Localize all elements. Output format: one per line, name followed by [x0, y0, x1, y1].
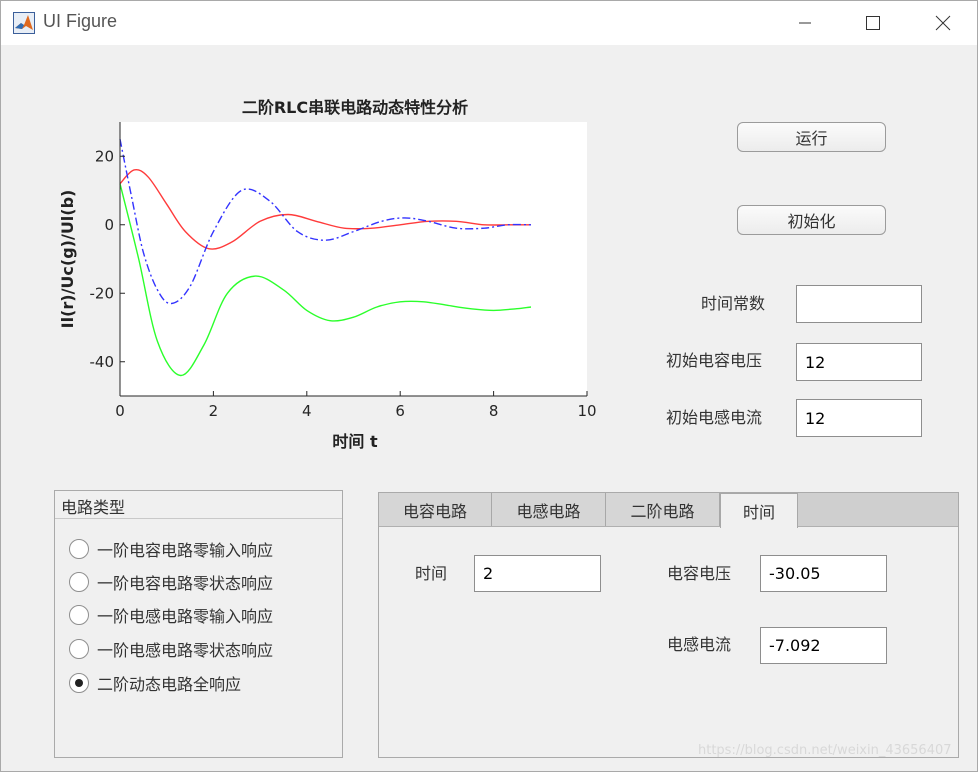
- ind-current-label: 电感电流: [667, 635, 732, 654]
- radio-selected-icon[interactable]: [69, 673, 89, 693]
- close-button[interactable]: [923, 9, 963, 37]
- radio-option[interactable]: 一阶电感电路零输入响应: [69, 603, 273, 627]
- init-cap-voltage-input[interactable]: [796, 343, 922, 381]
- init-cap-voltage-label: 初始电容电压: [666, 351, 763, 370]
- radio-option-label: 二阶动态电路全响应: [97, 675, 242, 694]
- run-button[interactable]: 运行: [737, 122, 886, 152]
- window-title: UI Figure: [43, 11, 118, 31]
- radio-option[interactable]: 一阶电容电路零输入响应: [69, 537, 273, 561]
- radio-option[interactable]: 一阶电感电路零状态响应: [69, 637, 273, 661]
- radio-option-label: 一阶电容电路零输入响应: [97, 541, 274, 560]
- x-tick-label: 8: [489, 402, 499, 420]
- tab-second-order-circuit[interactable]: 二阶电路: [606, 493, 720, 526]
- x-axis-label: 时间 t: [332, 432, 378, 451]
- radio-unselected-icon[interactable]: [69, 539, 89, 559]
- response-chart: 二阶RLC串联电路动态特性分析 0 2 4 6 8 10 20 0 -20 -40 时间 t Il…: [58, 98, 597, 451]
- radio-option-label: 一阶电感电路零状态响应: [97, 641, 274, 660]
- radio-option[interactable]: 二阶动态电路全响应: [69, 671, 241, 695]
- y-tick-label: -40: [90, 353, 115, 371]
- x-tick-label: 2: [209, 402, 219, 420]
- radio-unselected-icon[interactable]: [69, 605, 89, 625]
- chart-title: 二阶RLC串联电路动态特性分析: [242, 98, 468, 117]
- plot-area: [120, 122, 587, 396]
- close-icon: [935, 15, 951, 31]
- y-axis-label: Il(r)/Uc(g)/Ul(b): [58, 190, 77, 329]
- app-window: UI Figure 二阶RLC串联电路动态特性分析 0 2 4 6 8 10 20 0 -20 -…: [0, 0, 978, 772]
- x-tick-label: 4: [302, 402, 312, 420]
- tab-inductor-circuit[interactable]: 电感电路: [492, 493, 606, 526]
- y-tick-label: 0: [104, 216, 114, 234]
- radio-option[interactable]: 一阶电容电路零状态响应: [69, 570, 273, 594]
- maximize-icon: [866, 16, 880, 30]
- x-tick-label: 0: [115, 402, 125, 420]
- y-tick-label: 20: [95, 147, 114, 165]
- init-ind-current-input[interactable]: [796, 399, 922, 437]
- x-tick-label: 6: [395, 402, 405, 420]
- tab-capacitor-circuit[interactable]: 电容电路: [379, 493, 492, 526]
- minimize-icon: [799, 22, 811, 24]
- minimize-button[interactable]: [785, 9, 825, 37]
- init-ind-current-label: 初始电感电流: [666, 408, 763, 427]
- time-input[interactable]: [474, 555, 601, 592]
- cap-voltage-output[interactable]: [760, 555, 887, 592]
- radio-option-label: 一阶电感电路零输入响应: [97, 607, 274, 626]
- time-constant-input[interactable]: [796, 285, 922, 323]
- radio-unselected-icon[interactable]: [69, 639, 89, 659]
- radio-option-label: 一阶电容电路零状态响应: [97, 574, 274, 593]
- tab-bar: 电容电路 电感电路 二阶电路 时间: [379, 493, 958, 528]
- circuit-type-title: 电路类型: [55, 491, 342, 519]
- ind-current-output[interactable]: [760, 627, 887, 664]
- time-constant-label: 时间常数: [701, 294, 766, 313]
- time-label: 时间: [415, 564, 448, 583]
- tab-time[interactable]: 时间: [720, 493, 798, 528]
- x-tick-label: 10: [577, 402, 596, 420]
- y-tick-label: -20: [90, 284, 115, 302]
- matlab-icon: [13, 12, 35, 34]
- maximize-button[interactable]: [853, 9, 893, 37]
- cap-voltage-label: 电容电压: [667, 564, 732, 583]
- radio-unselected-icon[interactable]: [69, 572, 89, 592]
- tab-group: 电容电路 电感电路 二阶电路 时间 时间 电容电压 电感电流: [378, 492, 959, 758]
- init-button[interactable]: 初始化: [737, 205, 886, 235]
- radio-dot-icon: [75, 679, 83, 687]
- circuit-type-group: 电路类型 一阶电容电路零输入响应 一阶电容电路零状态响应 一阶电感电路零输入响应 一阶…: [54, 490, 343, 758]
- watermark-text: https://blog.csdn.net/weixin_43656407: [698, 743, 952, 758]
- title-bar: UI Figure: [1, 1, 977, 45]
